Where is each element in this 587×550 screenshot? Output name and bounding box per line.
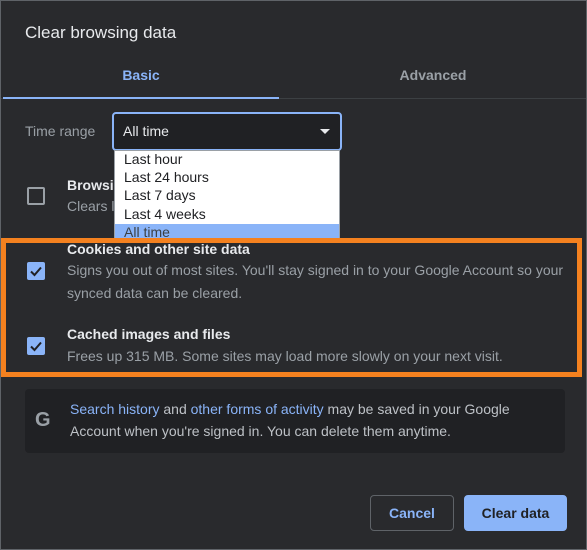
cookies-desc: Signs you out of most sites. You'll stay… xyxy=(67,262,564,301)
tab-advanced[interactable]: Advanced xyxy=(291,59,575,99)
option-last-4-weeks[interactable]: Last 4 weeks xyxy=(115,206,339,224)
time-range-value: All time xyxy=(123,123,169,139)
browsing-history-checkbox[interactable] xyxy=(27,187,45,205)
browsing-history-title: Browsi xyxy=(67,177,114,193)
search-history-link[interactable]: Search history xyxy=(70,401,159,417)
clear-browsing-data-dialog: Clear browsing data Basic Advanced Time … xyxy=(0,0,587,550)
cached-images-checkbox[interactable] xyxy=(27,337,45,355)
cookies-checkbox[interactable] xyxy=(27,262,45,280)
cached-images-row: Cached images and files Frees up 315 MB.… xyxy=(25,325,565,371)
tab-basic[interactable]: Basic xyxy=(3,59,279,99)
cookies-row: Cookies and other site data Signs you ou… xyxy=(25,241,565,307)
time-range-select[interactable]: All time xyxy=(112,112,342,151)
check-icon xyxy=(30,266,42,277)
cached-images-desc: Frees up 315 MB. Some sites may load mor… xyxy=(67,348,503,364)
info-and: and xyxy=(159,401,191,417)
time-range-label: Time range xyxy=(25,123,96,139)
check-icon xyxy=(30,341,42,352)
cached-images-title: Cached images and files xyxy=(67,326,231,342)
option-last-hour[interactable]: Last hour xyxy=(115,151,339,169)
google-g-icon: G xyxy=(35,409,51,431)
browsing-history-desc: Clears l xyxy=(67,198,115,214)
tab-bar: Basic Advanced xyxy=(1,59,586,99)
cancel-button[interactable]: Cancel xyxy=(370,495,454,531)
dialog-title: Clear browsing data xyxy=(25,23,177,42)
info-text: Search history and other forms of activi… xyxy=(70,398,550,442)
option-last-24-hours[interactable]: Last 24 hours xyxy=(115,169,339,187)
option-all-time[interactable]: All time xyxy=(115,224,339,242)
google-account-info-box: G Search history and other forms of acti… xyxy=(25,389,565,453)
option-last-7-days[interactable]: Last 7 days xyxy=(115,187,339,205)
cookies-title: Cookies and other site data xyxy=(67,241,250,257)
other-activity-link[interactable]: other forms of activity xyxy=(191,401,324,417)
caret-down-icon xyxy=(320,129,330,134)
clear-data-button[interactable]: Clear data xyxy=(464,495,567,531)
time-range-dropdown: Last hour Last 24 hours Last 7 days Last… xyxy=(114,150,340,242)
